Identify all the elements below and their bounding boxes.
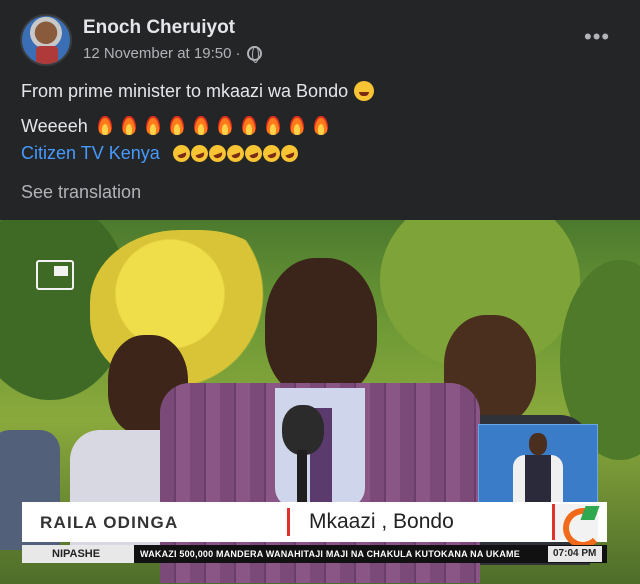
fire-emoji-icon [217, 116, 232, 135]
fire-emoji-icon [145, 116, 160, 135]
fire-emoji-icon [169, 116, 184, 135]
laugh-emoji-row [170, 142, 301, 165]
rolling-laughing-emoji-icon [278, 142, 301, 165]
picture-in-picture-icon[interactable] [36, 260, 74, 290]
fire-emoji-row [88, 116, 328, 136]
caption-divider [287, 508, 290, 536]
grinning-sweat-emoji-icon [354, 81, 375, 101]
fire-emoji-icon [265, 116, 280, 135]
fire-emoji-icon [313, 116, 328, 135]
see-translation-link[interactable]: See translation [21, 182, 141, 203]
post-meta: 12 November at 19:50 · [83, 45, 263, 63]
citizen-tv-logo-icon [552, 504, 603, 548]
microphone-stand [297, 450, 307, 510]
sign-language-inset [478, 424, 598, 507]
fire-emoji-icon [241, 116, 256, 135]
speaker-name-caption: RAILA ODINGA [40, 513, 179, 532]
author-avatar[interactable] [20, 14, 72, 66]
author-name[interactable]: Enoch Cheruiyot [83, 17, 235, 39]
speaker-head [265, 258, 377, 398]
post-header: Enoch Cheruiyot 12 November at 19:50 · •… [0, 0, 640, 72]
globe-icon [247, 46, 263, 63]
rolling-laughing-emoji-icon [188, 142, 211, 165]
fire-emoji-icon [121, 116, 136, 135]
post-timestamp[interactable]: 12 November at 19:50 [83, 45, 231, 62]
rolling-laughing-emoji-icon [224, 142, 247, 165]
mention-link[interactable]: Citizen TV Kenya [21, 143, 160, 163]
speaker-title-caption: Mkaazi , Bondo [309, 510, 454, 533]
signer-head [529, 433, 547, 455]
rolling-laughing-emoji-icon [242, 142, 265, 165]
rolling-laughing-emoji-icon [260, 142, 283, 165]
ticker-label: NIPASHE [22, 545, 134, 563]
fire-emoji-icon [193, 116, 208, 135]
fire-emoji-icon [97, 116, 112, 135]
more-options-icon[interactable]: ••• [584, 26, 610, 48]
video-frame[interactable]: RAILA ODINGA Mkaazi , Bondo NIPASHE WAKA… [0, 220, 640, 584]
ticker-time: 07:04 PM [548, 546, 602, 562]
rolling-laughing-emoji-icon [170, 142, 193, 165]
meta-separator: · [235, 45, 241, 62]
fire-emoji-icon [289, 116, 304, 135]
microphone [282, 405, 324, 455]
news-lower-third: RAILA ODINGA Mkaazi , Bondo [22, 502, 607, 548]
post-text-line2: Weeeeh [21, 116, 328, 137]
post-text-line3: Citizen TV Kenya [21, 142, 301, 165]
rolling-laughing-emoji-icon [206, 142, 229, 165]
post-text-main: From prime minister to mkaazi wa Bondo [21, 81, 349, 101]
post-text-line1: From prime minister to mkaazi wa Bondo [21, 81, 375, 102]
ticker-text: WAKAZI 500,000 MANDERA WANAHITAJI MAJI N… [140, 549, 520, 559]
post-text-exclaim: Weeeeh [21, 116, 88, 136]
signer-vest [525, 455, 551, 507]
news-ticker: NIPASHE WAKAZI 500,000 MANDERA WANAHITAJ… [22, 545, 607, 563]
